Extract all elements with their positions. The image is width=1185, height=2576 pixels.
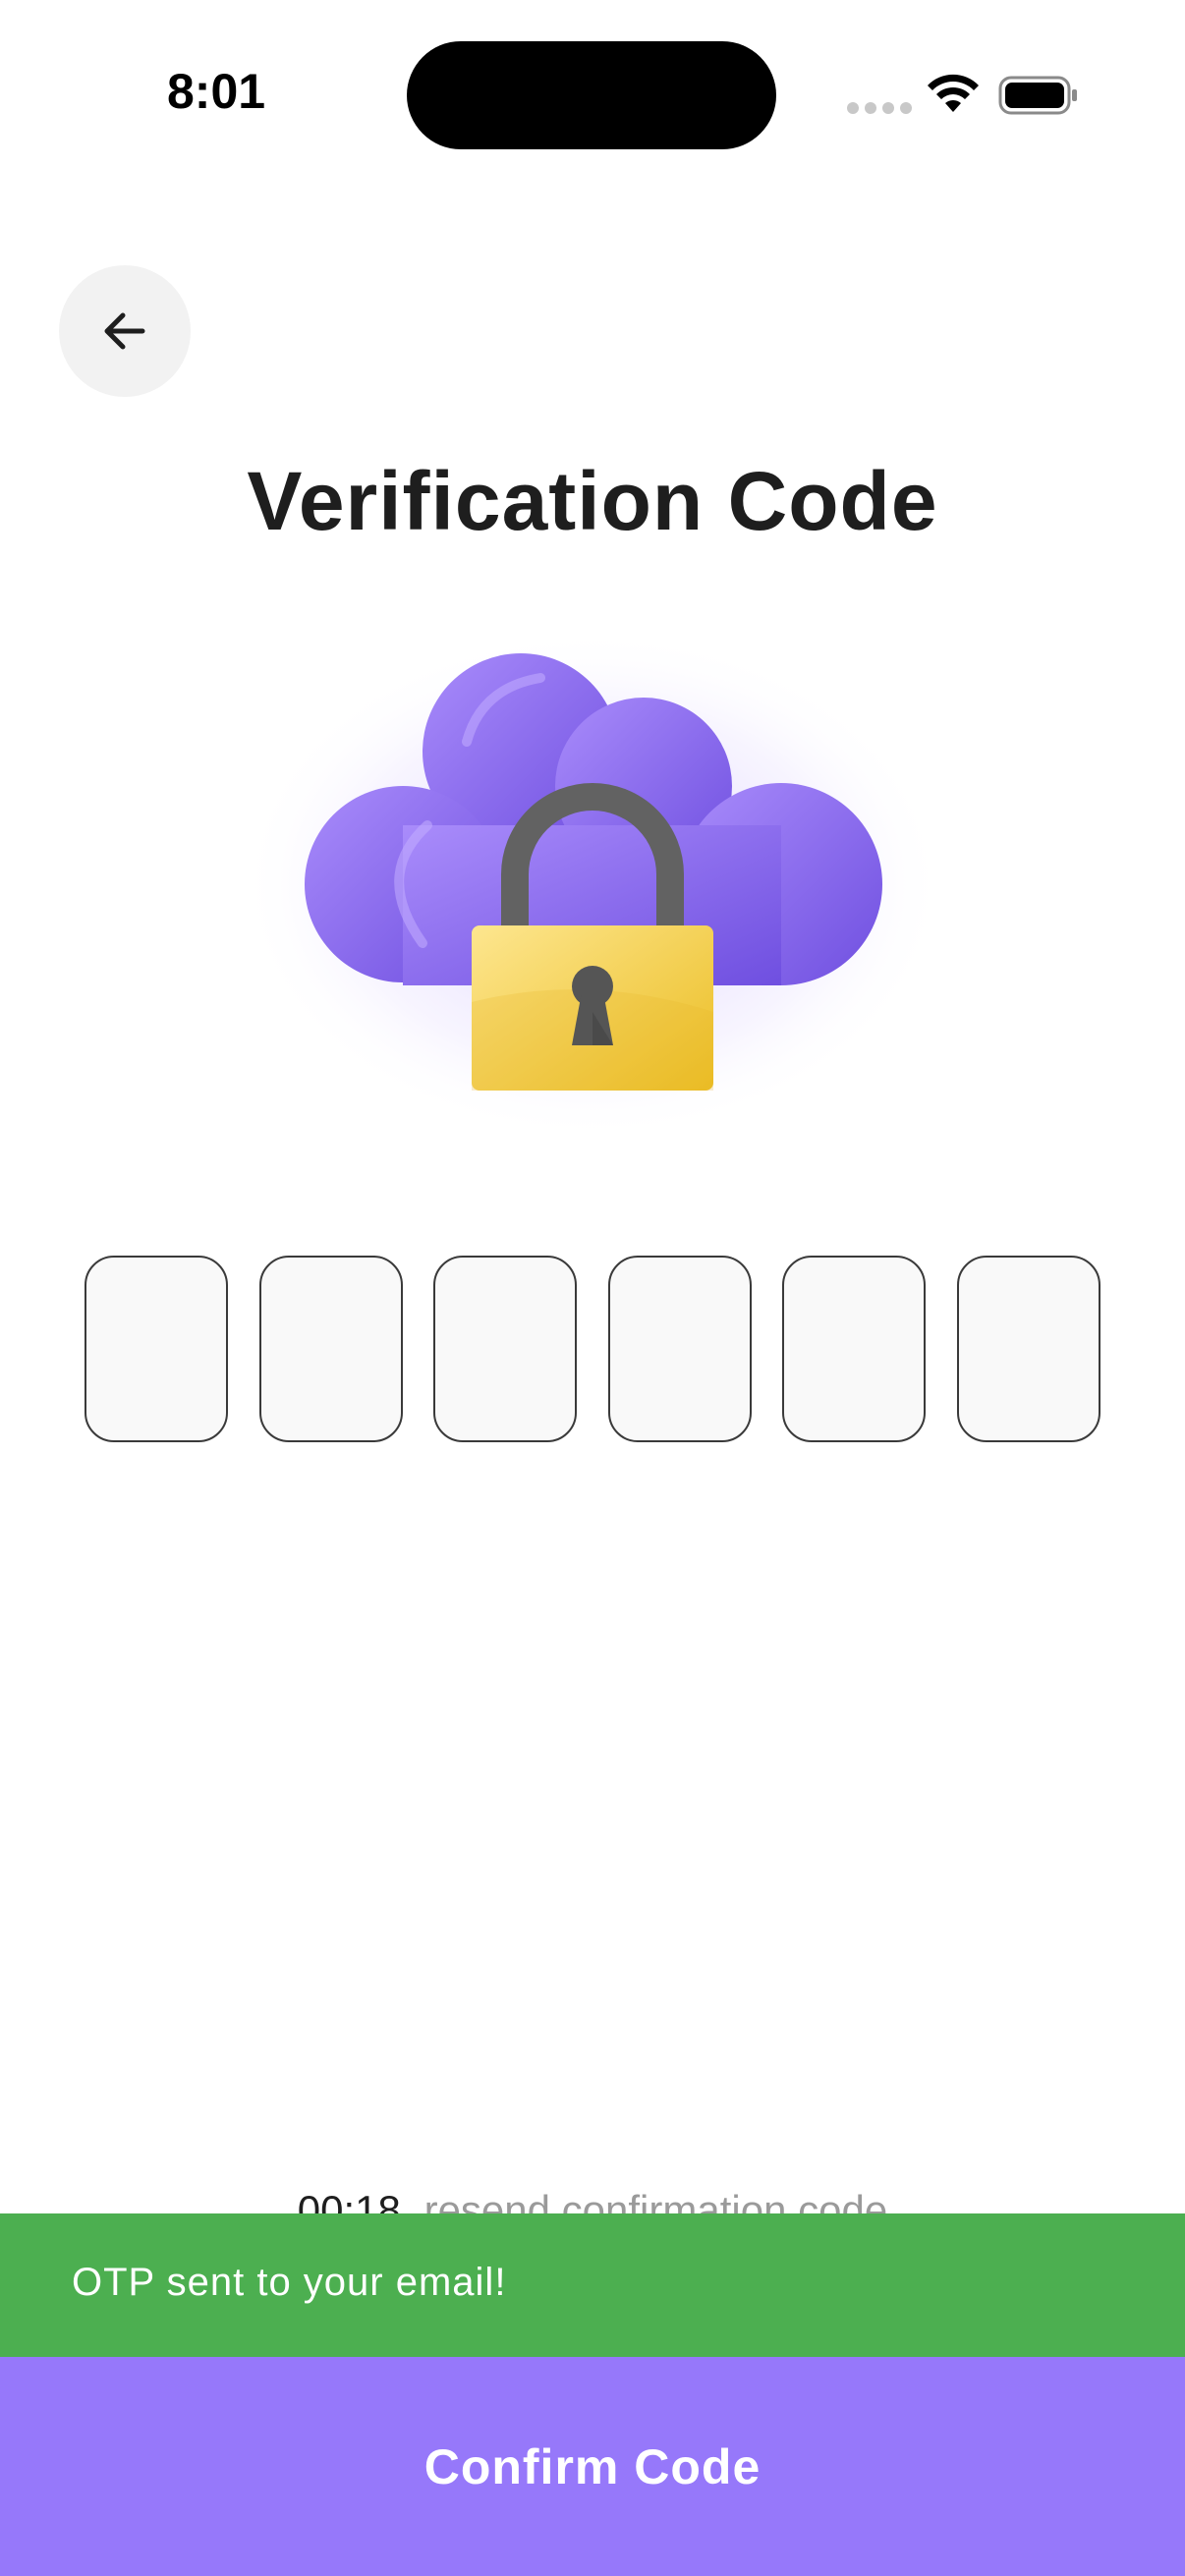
otp-digit-5[interactable] (782, 1256, 927, 1442)
back-button[interactable] (59, 265, 191, 397)
battery-icon (998, 76, 1077, 115)
otp-digit-4[interactable] (607, 1256, 752, 1442)
otp-digit-1[interactable] (85, 1256, 228, 1442)
status-time: 8:01 (167, 64, 266, 119)
otp-digit-6[interactable] (956, 1256, 1100, 1442)
dynamic-island (407, 41, 776, 149)
success-snackbar: OTP sent to your email! (0, 2213, 1185, 2357)
otp-input-group (85, 1256, 1100, 1446)
otp-digit-2[interactable] (258, 1256, 403, 1442)
page-title: Verification Code (247, 455, 938, 547)
signal-dots-icon (847, 102, 912, 114)
otp-digit-3[interactable] (433, 1256, 578, 1442)
arrow-left-icon (104, 312, 145, 350)
wifi-icon (928, 74, 979, 112)
snackbar-message: OTP sent to your email! (72, 2261, 507, 2304)
status-bar: 8:01 (0, 0, 1185, 196)
confirm-code-button[interactable]: Confirm Code (0, 2357, 1185, 2576)
cloud-lock-illustration (239, 619, 946, 1130)
